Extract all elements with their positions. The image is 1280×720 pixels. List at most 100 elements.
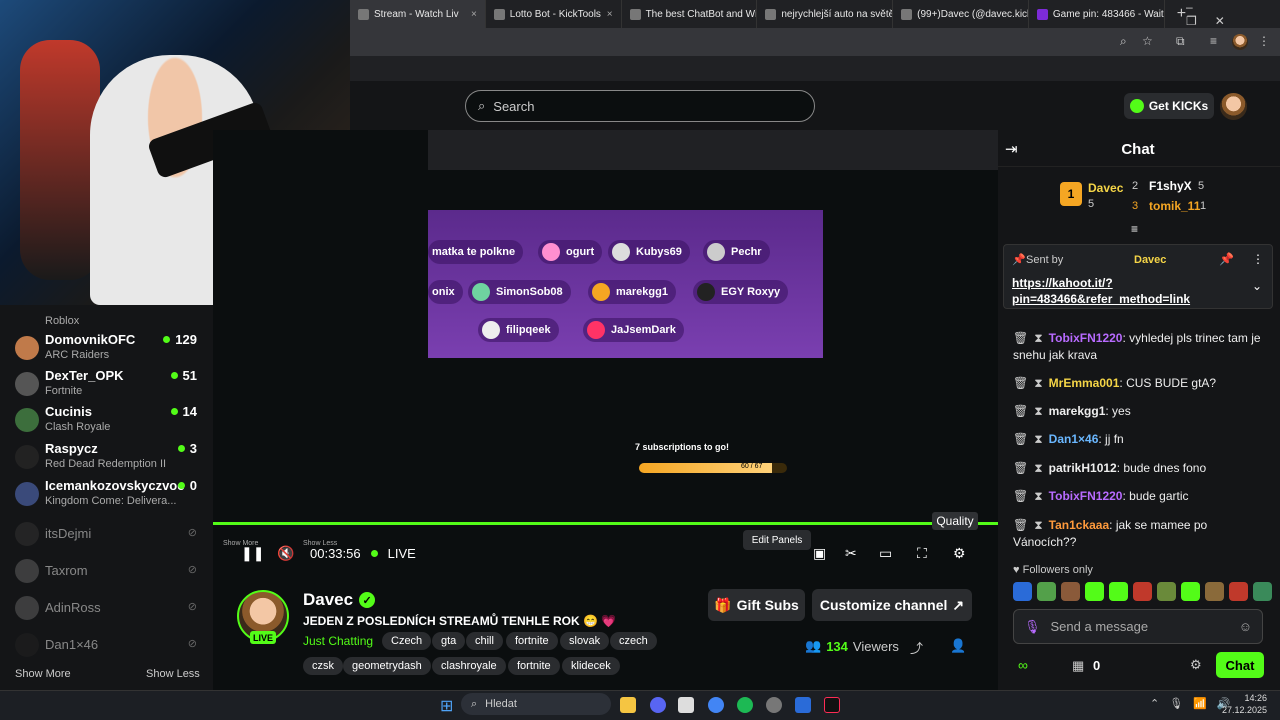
more-menu-icon[interactable]: ⋮: [1258, 34, 1270, 48]
file-explorer-icon[interactable]: [620, 697, 636, 713]
search-input[interactable]: ⌕ Search: [465, 90, 815, 122]
sidebar-channel[interactable]: Cucinis Clash Royale 14: [15, 404, 205, 444]
collapse-chat-icon[interactable]: ⇥: [1005, 140, 1018, 158]
browser-tab[interactable]: Lotto Bot - KickTools ×: [486, 0, 622, 28]
leaderboard-name[interactable]: F1shyX: [1149, 179, 1192, 193]
sidebar-channel[interactable]: DomovnikOFC ARC Raiders 129: [15, 332, 205, 372]
tiktok-icon[interactable]: [824, 697, 840, 713]
emote-icon[interactable]: [1037, 582, 1056, 601]
pause-icon[interactable]: ❚❚: [241, 545, 264, 562]
timeout-icon[interactable]: ⧗: [1034, 489, 1042, 503]
more-options-icon[interactable]: ⋮: [1252, 252, 1264, 266]
pinned-link[interactable]: https://kahoot.it/?pin=483466&refer_meth…: [1012, 275, 1222, 307]
taskbar-clock[interactable]: 14:26 27.12.2025: [1222, 692, 1267, 716]
timeout-icon[interactable]: ⧗: [1034, 518, 1042, 532]
stream-tag[interactable]: gta: [432, 632, 466, 650]
miniplayer-icon[interactable]: ▣: [813, 545, 826, 562]
follow-user-icon[interactable]: 👤: [950, 638, 966, 654]
app-icon[interactable]: [678, 697, 694, 713]
emote-icon[interactable]: [1229, 582, 1248, 601]
show-less-button[interactable]: Show Less: [146, 668, 200, 680]
user-avatar[interactable]: [1220, 93, 1247, 120]
extensions-icon[interactable]: ⧉: [1176, 34, 1185, 49]
emote-icon[interactable]: [1205, 582, 1224, 601]
reading-list-icon[interactable]: ≡: [1210, 34, 1217, 48]
sidebar-channel-offline[interactable]: Taxrom ⊘: [15, 555, 205, 595]
emote-icon[interactable]: [1061, 582, 1080, 601]
sidebar-channel[interactable]: Icemankozovskyczvoe Kingdom Come: Delive…: [15, 478, 205, 518]
chat-settings-icon[interactable]: ⚙: [1190, 657, 1202, 673]
browser-tab[interactable]: Stream - Watch Liv ×: [350, 0, 486, 28]
bookmark-star-icon[interactable]: ☆: [1142, 34, 1153, 48]
sidebar-channel-offline[interactable]: Dan1×46 ⊘: [15, 629, 205, 669]
sidebar-channel[interactable]: Raspycz Red Dead Redemption II 3: [15, 441, 205, 481]
timeout-icon[interactable]: ⧗: [1034, 376, 1042, 390]
spotify-icon[interactable]: [737, 697, 753, 713]
channel-name[interactable]: Davec ✓: [303, 590, 376, 610]
share-icon[interactable]: ⤴: [910, 638, 923, 657]
windows-start-icon[interactable]: ⊞: [440, 696, 453, 716]
browser-tab[interactable]: nejrychlejší auto na světě×: [757, 0, 894, 28]
mute-icon[interactable]: 🔇: [277, 545, 294, 562]
chat-username[interactable]: TobixFN1220: [1049, 489, 1123, 503]
stream-video[interactable]: matka te polkne ogurt Kubys69 Pechr onix…: [213, 130, 998, 525]
mic-icon[interactable]: 🎙: [1024, 619, 1041, 635]
browser-tab[interactable]: (99+)Davec (@davec.kick×: [893, 0, 1029, 28]
theater-mode-icon[interactable]: ▭: [879, 545, 892, 562]
show-more-button[interactable]: Show More: [15, 668, 71, 680]
sidebar-channel-offline[interactable]: AdinRoss ⊘: [15, 592, 205, 632]
stream-tag[interactable]: Czech: [382, 632, 432, 650]
stream-tag[interactable]: fortnite: [508, 657, 560, 675]
pinned-sender[interactable]: Davec: [1134, 254, 1166, 266]
timeout-icon[interactable]: ⧗: [1034, 432, 1042, 446]
fullscreen-icon[interactable]: ⛶: [917, 545, 927, 562]
chat-username[interactable]: TobixFN1220: [1049, 331, 1123, 345]
stream-tag[interactable]: klidecek: [562, 657, 620, 675]
steam-icon[interactable]: [766, 697, 782, 713]
stream-tag[interactable]: geometrydash: [343, 657, 431, 675]
emoji-icon[interactable]: ☺: [1239, 619, 1252, 634]
chat-username[interactable]: MrEmma001: [1049, 376, 1120, 390]
taskbar-search[interactable]: ⌕ Hledat: [461, 693, 611, 715]
delete-icon[interactable]: 🗑: [1013, 461, 1028, 475]
settings-gear-icon[interactable]: ⚙: [953, 545, 966, 562]
close-icon[interactable]: ×: [471, 9, 477, 20]
unpin-icon[interactable]: 📌: [1219, 252, 1234, 266]
leaderboard-name[interactable]: tomik_11: [1149, 199, 1200, 213]
expand-leaderboard-icon[interactable]: ≡: [1131, 222, 1138, 236]
profile-avatar[interactable]: [1232, 34, 1248, 50]
chat-username[interactable]: Tan1ckaaa: [1049, 518, 1110, 532]
get-kicks-button[interactable]: Get KICKs: [1124, 93, 1214, 119]
stream-tag[interactable]: fortnite: [506, 632, 558, 650]
timeout-icon[interactable]: ⧗: [1034, 461, 1042, 475]
emote-icon[interactable]: [1253, 582, 1272, 601]
close-icon[interactable]: ×: [607, 9, 613, 20]
gift-subs-button[interactable]: 🎁 Gift Subs: [708, 589, 805, 621]
delete-icon[interactable]: 🗑: [1013, 331, 1028, 345]
chat-message-input[interactable]: 🎙 Send a message ☺: [1013, 609, 1263, 644]
new-tab-icon[interactable]: +: [1177, 5, 1186, 23]
chat-username[interactable]: patrikH1012: [1049, 461, 1117, 475]
window-controls-icon[interactable]: –❐✕: [1186, 0, 1266, 28]
sidebar-channel[interactable]: DexTer_OPK Fortnite 51: [15, 368, 205, 408]
leaderboard-name[interactable]: Davec: [1088, 181, 1123, 195]
emote-icon[interactable]: [1181, 582, 1200, 601]
customize-channel-button[interactable]: Customize channel ↗: [812, 589, 972, 621]
stream-tag[interactable]: slovak: [560, 632, 610, 650]
delete-icon[interactable]: 🗑: [1013, 376, 1028, 390]
chrome-icon[interactable]: [708, 697, 724, 713]
browser-tab[interactable]: The best ChatBot and Wi×: [622, 0, 758, 28]
delete-icon[interactable]: 🗑: [1013, 404, 1028, 418]
app-icon[interactable]: [795, 697, 811, 713]
stream-tag[interactable]: czsk: [303, 657, 343, 675]
stream-category[interactable]: Just Chatting: [303, 634, 373, 648]
browser-tab[interactable]: Game pin: 483466 - Wait×: [1029, 0, 1165, 28]
sidebar-channel-offline[interactable]: itsDejmi ⊘: [15, 518, 205, 558]
zoom-icon[interactable]: ⌕: [1120, 34, 1127, 49]
edit-panels-button[interactable]: Edit Panels: [743, 530, 811, 550]
emote-icon[interactable]: [1109, 582, 1128, 601]
chat-username[interactable]: marekgg1: [1049, 404, 1106, 418]
stream-tag[interactable]: chill: [466, 632, 503, 650]
emote-icon[interactable]: [1157, 582, 1176, 601]
emote-icon[interactable]: [1133, 582, 1152, 601]
